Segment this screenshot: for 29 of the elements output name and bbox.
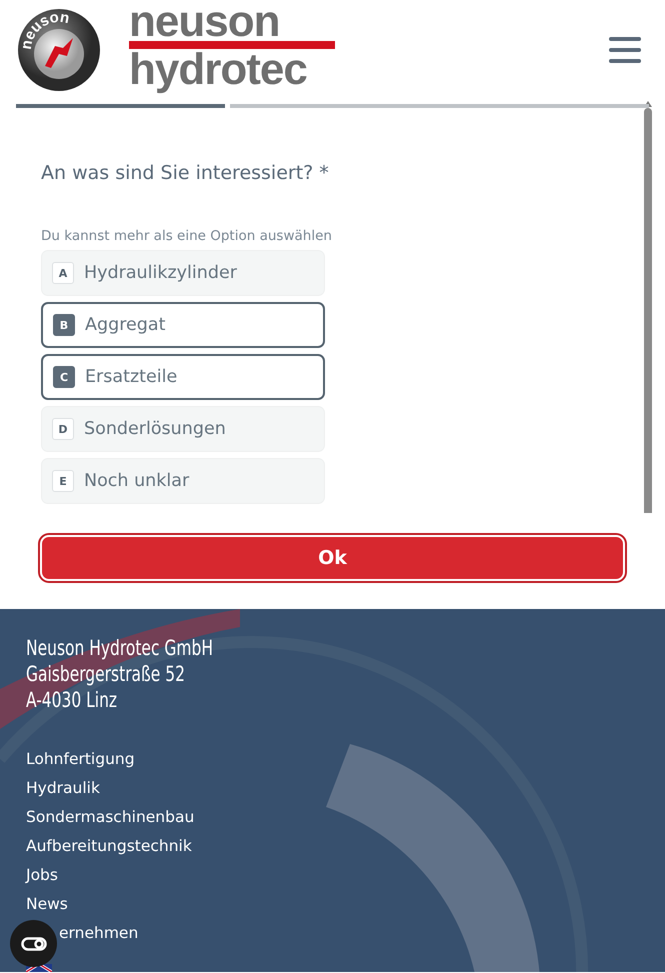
footer-link[interactable]: ernehmen: [59, 923, 138, 944]
answer-option[interactable]: C Ersatzteile: [41, 354, 325, 400]
answer-option[interactable]: A Hydraulikzylinder: [41, 250, 325, 296]
ok-button[interactable]: Ok: [40, 535, 625, 581]
menu-button[interactable]: [609, 37, 641, 63]
footer-link[interactable]: Sondermaschinenbau: [26, 807, 194, 828]
option-key: E: [52, 470, 74, 492]
footer-link[interactable]: News: [26, 894, 68, 915]
accessibility-button[interactable]: [10, 920, 57, 967]
answer-option[interactable]: D Sonderlösungen: [41, 406, 325, 452]
answer-option[interactable]: E Noch unklar: [41, 458, 325, 504]
question-title: An was sind Sie interessiert? *: [41, 162, 330, 184]
logo-wordmark: neuson: [129, 0, 280, 45]
option-key: B: [53, 314, 75, 336]
footer-link[interactable]: Jobs: [26, 865, 58, 886]
answer-option[interactable]: B Aggregat: [41, 302, 325, 348]
toggle-icon: [20, 936, 46, 950]
address-line: Neuson Hydrotec GmbH: [26, 635, 214, 661]
logo-wordmark: hydrotec: [129, 47, 308, 93]
address-line: Gaisbergerstraße 52: [26, 661, 186, 687]
footer-link[interactable]: Lohnfertigung: [26, 749, 135, 770]
address-line: A-4030 Linz: [26, 687, 118, 713]
option-key: A: [52, 262, 74, 284]
option-key: C: [53, 366, 75, 388]
question-hint: Du kannst mehr als eine Option auswählen: [41, 228, 333, 244]
scrollbar[interactable]: [644, 100, 652, 513]
footer-link[interactable]: Hydraulik: [26, 778, 100, 799]
option-key: D: [52, 418, 74, 440]
footer-link[interactable]: Aufbereitungstechnik: [26, 836, 192, 857]
